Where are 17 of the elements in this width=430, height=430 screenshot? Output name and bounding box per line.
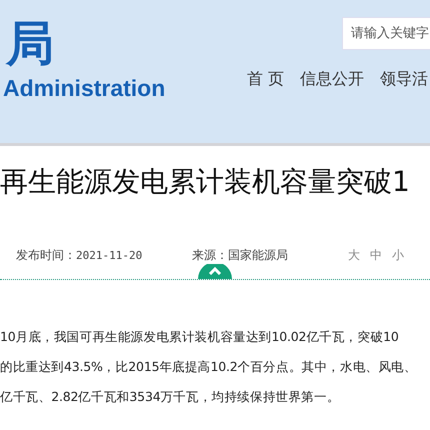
- logo-subtitle: Administration: [3, 74, 166, 102]
- scroll-up-button[interactable]: [198, 264, 232, 279]
- nav-link[interactable]: 首 页: [244, 69, 286, 90]
- article-title: 再生能源发电累计装机容量突破1: [0, 164, 410, 200]
- publish-date: 发布时间：2021-11-20: [15, 246, 144, 264]
- chevron-up-icon: [208, 266, 222, 275]
- paragraph-text: 的比重达到43.5%，比2015年底提高10.2个百分点。其中，水电、风电、: [0, 358, 418, 376]
- font-size-link[interactable]: 中: [370, 246, 382, 264]
- font-size-link[interactable]: 大: [348, 246, 360, 264]
- search-field[interactable]: 请输入关键字: [342, 17, 430, 50]
- logo-title: 局: [4, 15, 55, 74]
- paragraph-text: 10月底，我国可再生能源发电累计装机容量达到10.02亿千瓦，突破10: [0, 328, 400, 346]
- nav-link[interactable]: 信息公开: [298, 69, 366, 90]
- nav-link[interactable]: 领导活: [378, 69, 430, 90]
- paragraph-text: 亿千瓦、2.82亿千瓦和3534万千瓦，均持续保持世界第一。: [0, 388, 341, 406]
- font-size-link[interactable]: 小: [392, 246, 404, 264]
- source-text: 来源：国家能源局: [192, 246, 289, 264]
